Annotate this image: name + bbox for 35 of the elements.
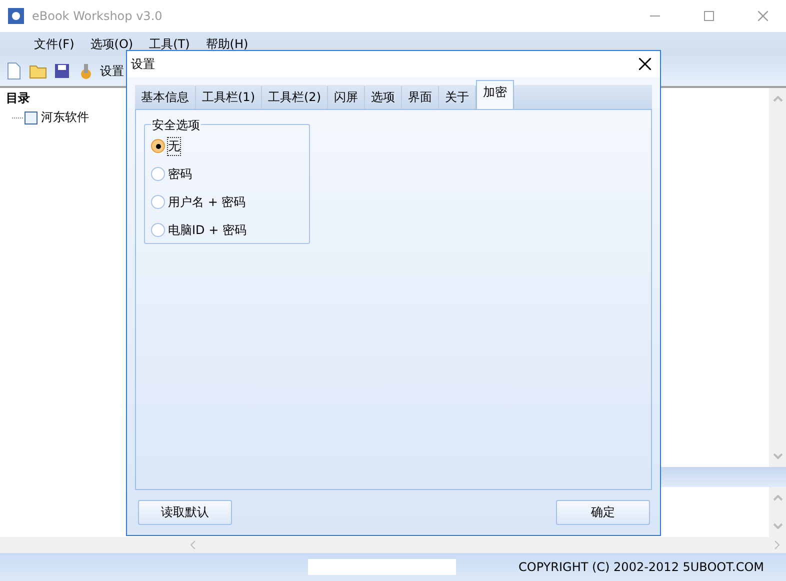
arrow-left-icon: [190, 540, 196, 550]
minimize-icon: [650, 15, 660, 17]
window-title: eBook Workshop v3.0: [32, 9, 164, 23]
radio-button[interactable]: [151, 195, 165, 209]
radio-button[interactable]: [151, 139, 165, 153]
arrow-up-icon: [772, 495, 782, 501]
dialog-button[interactable]: 确定: [556, 500, 650, 525]
sidebar-title: 目录: [5, 90, 31, 107]
radio-option[interactable]: 电脑ID + 密码: [151, 221, 303, 239]
dialog-button[interactable]: 读取默认: [138, 500, 232, 525]
arrow-down-icon: [772, 523, 782, 529]
dialog-title: 设置: [131, 56, 155, 72]
toolbar-label: 设置: [100, 62, 124, 80]
arrow-up-icon: [772, 96, 782, 102]
radio-option[interactable]: 用户名 + 密码: [151, 193, 303, 211]
book-icon: [12, 110, 38, 124]
arrow-right-icon: [774, 540, 780, 550]
radio-option[interactable]: 密码: [151, 165, 303, 183]
menu-item[interactable]: 选项(O): [84, 34, 140, 54]
tree-item[interactable]: 河东软件: [41, 109, 89, 126]
group-title: 安全选项: [151, 117, 201, 134]
close-icon: [758, 11, 768, 21]
maximize-icon: [704, 11, 714, 21]
arrow-down-icon: [772, 453, 782, 459]
radio-option[interactable]: 无: [151, 137, 303, 155]
horizontal-scrollbar[interactable]: [0, 537, 786, 553]
radio-button[interactable]: [151, 223, 165, 237]
close-icon: [639, 58, 651, 70]
tab[interactable]: 加密: [476, 80, 514, 109]
lower-scrollbar[interactable]: [769, 487, 786, 537]
menu-item[interactable]: 文件(F): [28, 34, 80, 54]
vertical-scrollbar[interactable]: [769, 88, 786, 467]
app-icon: [8, 8, 24, 24]
copyright-text: COPYRIGHT (C) 2002-2012 5UBOOT.COM: [518, 560, 765, 574]
radio-button[interactable]: [151, 167, 165, 181]
